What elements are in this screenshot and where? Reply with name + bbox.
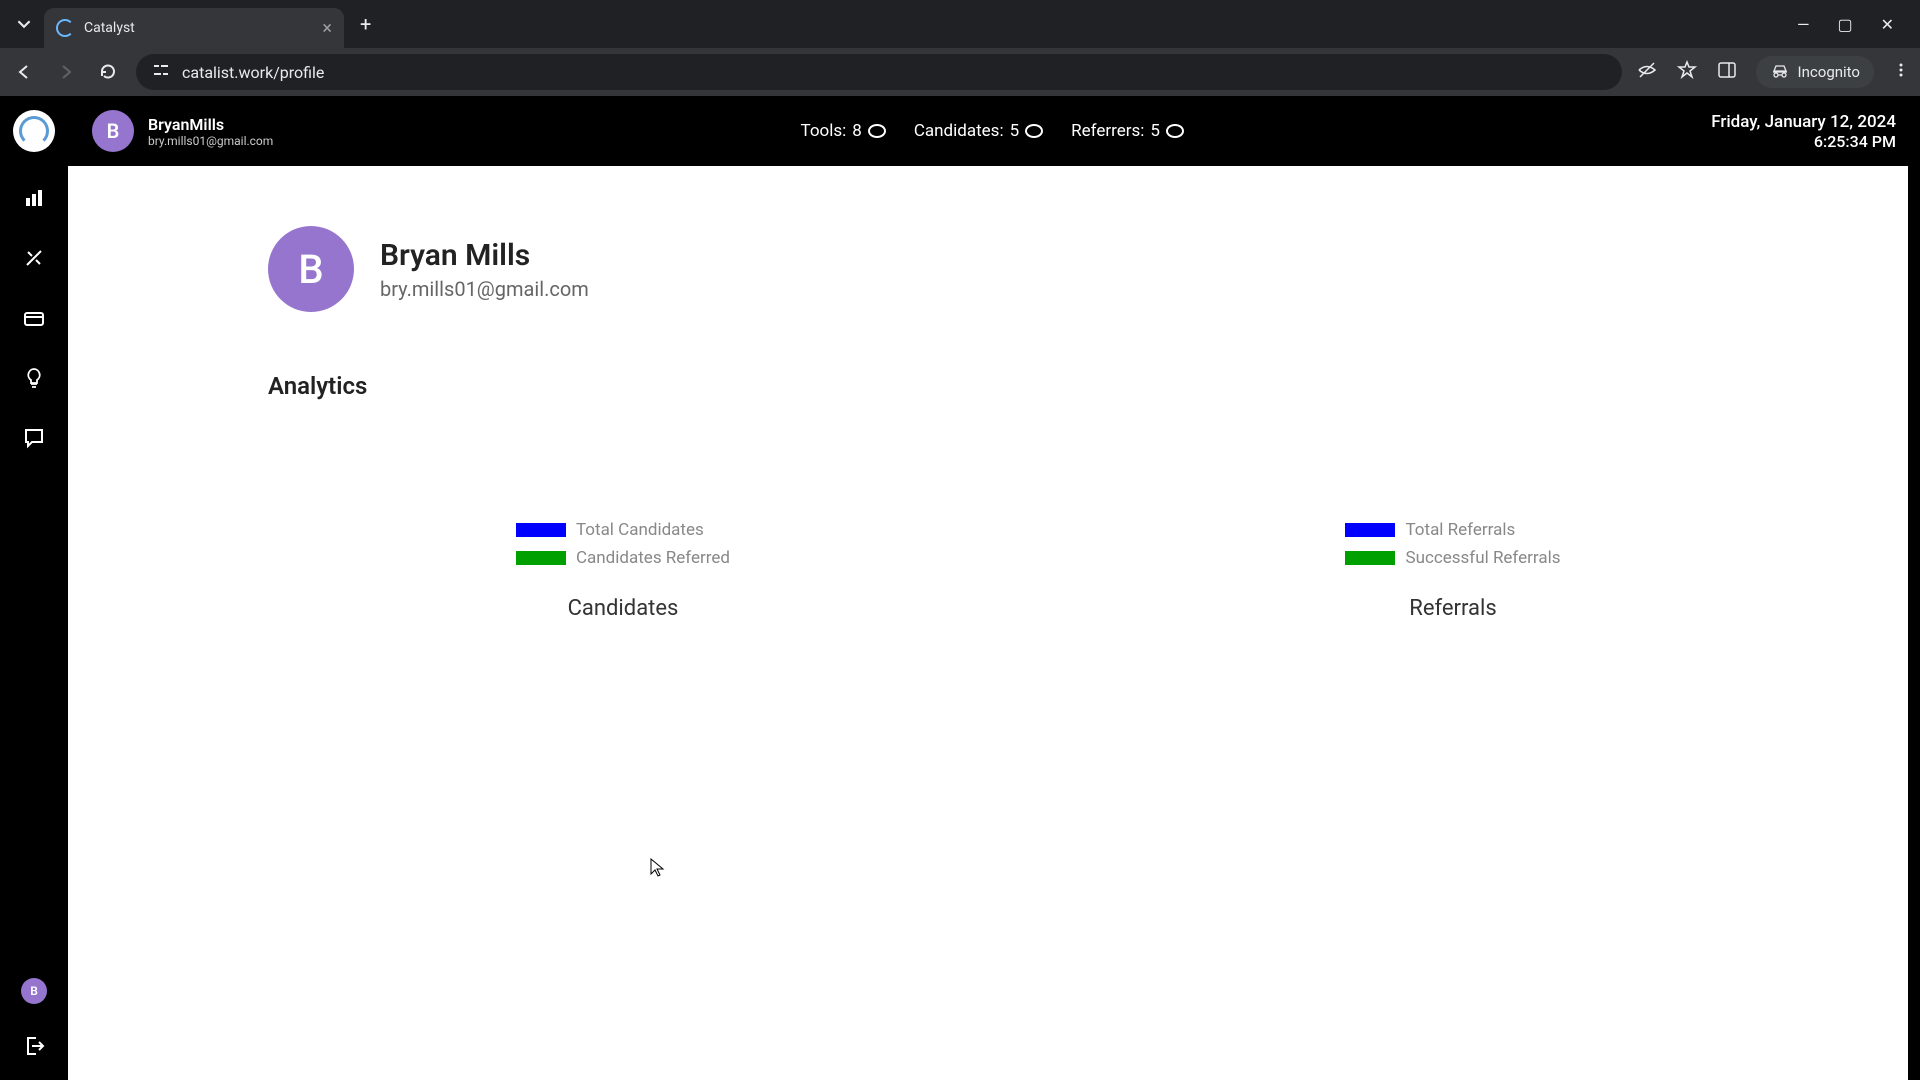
site-settings-icon[interactable]	[152, 61, 170, 83]
url-text: catalist.work/profile	[182, 63, 324, 82]
sidebar-analytics-icon[interactable]	[20, 184, 48, 212]
tab-title: Catalyst	[84, 20, 312, 36]
stat-candidates[interactable]: Candidates: 5	[914, 121, 1043, 141]
chart-referrals-legend: Total Referrals Successful Referrals	[1345, 520, 1560, 568]
profile-avatar: B	[268, 226, 354, 312]
sidebar-tools-icon[interactable]	[20, 244, 48, 272]
close-window-button[interactable]: ✕	[1881, 15, 1894, 34]
app-logo[interactable]	[13, 110, 55, 152]
sidebar-chat-icon[interactable]	[20, 424, 48, 452]
back-button[interactable]	[10, 58, 38, 86]
cursor-icon	[650, 858, 666, 883]
sidebar-card-icon[interactable]	[20, 304, 48, 332]
stat-referrers[interactable]: Referrers: 5	[1071, 121, 1184, 141]
eye-off-icon[interactable]	[1636, 59, 1658, 85]
app-sidebar: B	[0, 96, 68, 1080]
coin-icon	[868, 124, 886, 138]
coin-icon	[1166, 124, 1184, 138]
forward-button[interactable]	[52, 58, 80, 86]
topbar-username: BryanMills	[148, 115, 273, 134]
topbar-time: 6:25:34 PM	[1711, 132, 1896, 151]
legend-item: Total Referrals	[1345, 520, 1560, 540]
topbar-datetime: Friday, January 12, 2024 6:25:34 PM	[1711, 112, 1896, 151]
window-controls: — ▢ ✕	[1797, 15, 1912, 34]
coin-icon	[1025, 124, 1043, 138]
topbar-email: bry.mills01@gmail.com	[148, 134, 273, 148]
sidepanel-icon[interactable]	[1716, 59, 1738, 85]
legend-swatch-blue	[1345, 523, 1395, 537]
topbar-user[interactable]: B BryanMills bry.mills01@gmail.com	[92, 110, 273, 152]
new-tab-button[interactable]: +	[360, 12, 371, 36]
profile-header: B Bryan Mills bry.mills01@gmail.com	[268, 226, 1808, 312]
bookmark-star-icon[interactable]	[1676, 59, 1698, 85]
incognito-badge[interactable]: Incognito	[1756, 56, 1874, 88]
chart-referrals-title: Referrals	[1409, 596, 1496, 621]
topbar-date: Friday, January 12, 2024	[1711, 112, 1896, 132]
legend-item: Successful Referrals	[1345, 548, 1560, 568]
topbar-avatar: B	[92, 110, 134, 152]
page-content: B Bryan Mills bry.mills01@gmail.com Anal…	[68, 166, 1920, 1080]
browser-tab-bar: Catalyst × + — ▢ ✕	[0, 0, 1920, 48]
maximize-button[interactable]: ▢	[1837, 15, 1852, 34]
sidebar-bulb-icon[interactable]	[20, 364, 48, 392]
legend-item: Total Candidates	[516, 520, 730, 540]
close-tab-icon[interactable]: ×	[322, 18, 332, 39]
browser-menu-icon[interactable]	[1892, 61, 1910, 83]
sidebar-logout-icon[interactable]	[20, 1032, 48, 1060]
legend-item: Candidates Referred	[516, 548, 730, 568]
browser-tab[interactable]: Catalyst ×	[44, 8, 344, 48]
url-box[interactable]: catalist.work/profile	[136, 54, 1622, 90]
legend-swatch-blue	[516, 523, 566, 537]
minimize-button[interactable]: —	[1797, 15, 1810, 34]
chart-candidates-title: Candidates	[568, 596, 679, 621]
app-topbar: B BryanMills bry.mills01@gmail.com Tools…	[68, 96, 1920, 166]
chart-referrals: Total Referrals Successful Referrals Ref…	[1098, 520, 1808, 621]
stat-tools[interactable]: Tools: 8	[801, 121, 886, 141]
analytics-title: Analytics	[268, 372, 1808, 400]
reload-button[interactable]	[94, 58, 122, 86]
profile-email: bry.mills01@gmail.com	[380, 277, 589, 301]
tab-favicon-icon	[56, 19, 74, 37]
legend-swatch-green	[1345, 551, 1395, 565]
charts-row: Total Candidates Candidates Referred Can…	[268, 520, 1808, 621]
tab-search-dropdown[interactable]	[8, 8, 40, 40]
profile-name: Bryan Mills	[380, 238, 589, 273]
legend-swatch-green	[516, 551, 566, 565]
address-bar: catalist.work/profile Incognito	[0, 48, 1920, 96]
incognito-label: Incognito	[1798, 63, 1860, 81]
chart-candidates-legend: Total Candidates Candidates Referred	[516, 520, 730, 568]
topbar-stats: Tools: 8 Candidates: 5 Referrers: 5	[801, 121, 1184, 141]
incognito-icon	[1770, 62, 1790, 82]
chart-candidates: Total Candidates Candidates Referred Can…	[268, 520, 978, 621]
sidebar-avatar[interactable]: B	[21, 978, 47, 1004]
